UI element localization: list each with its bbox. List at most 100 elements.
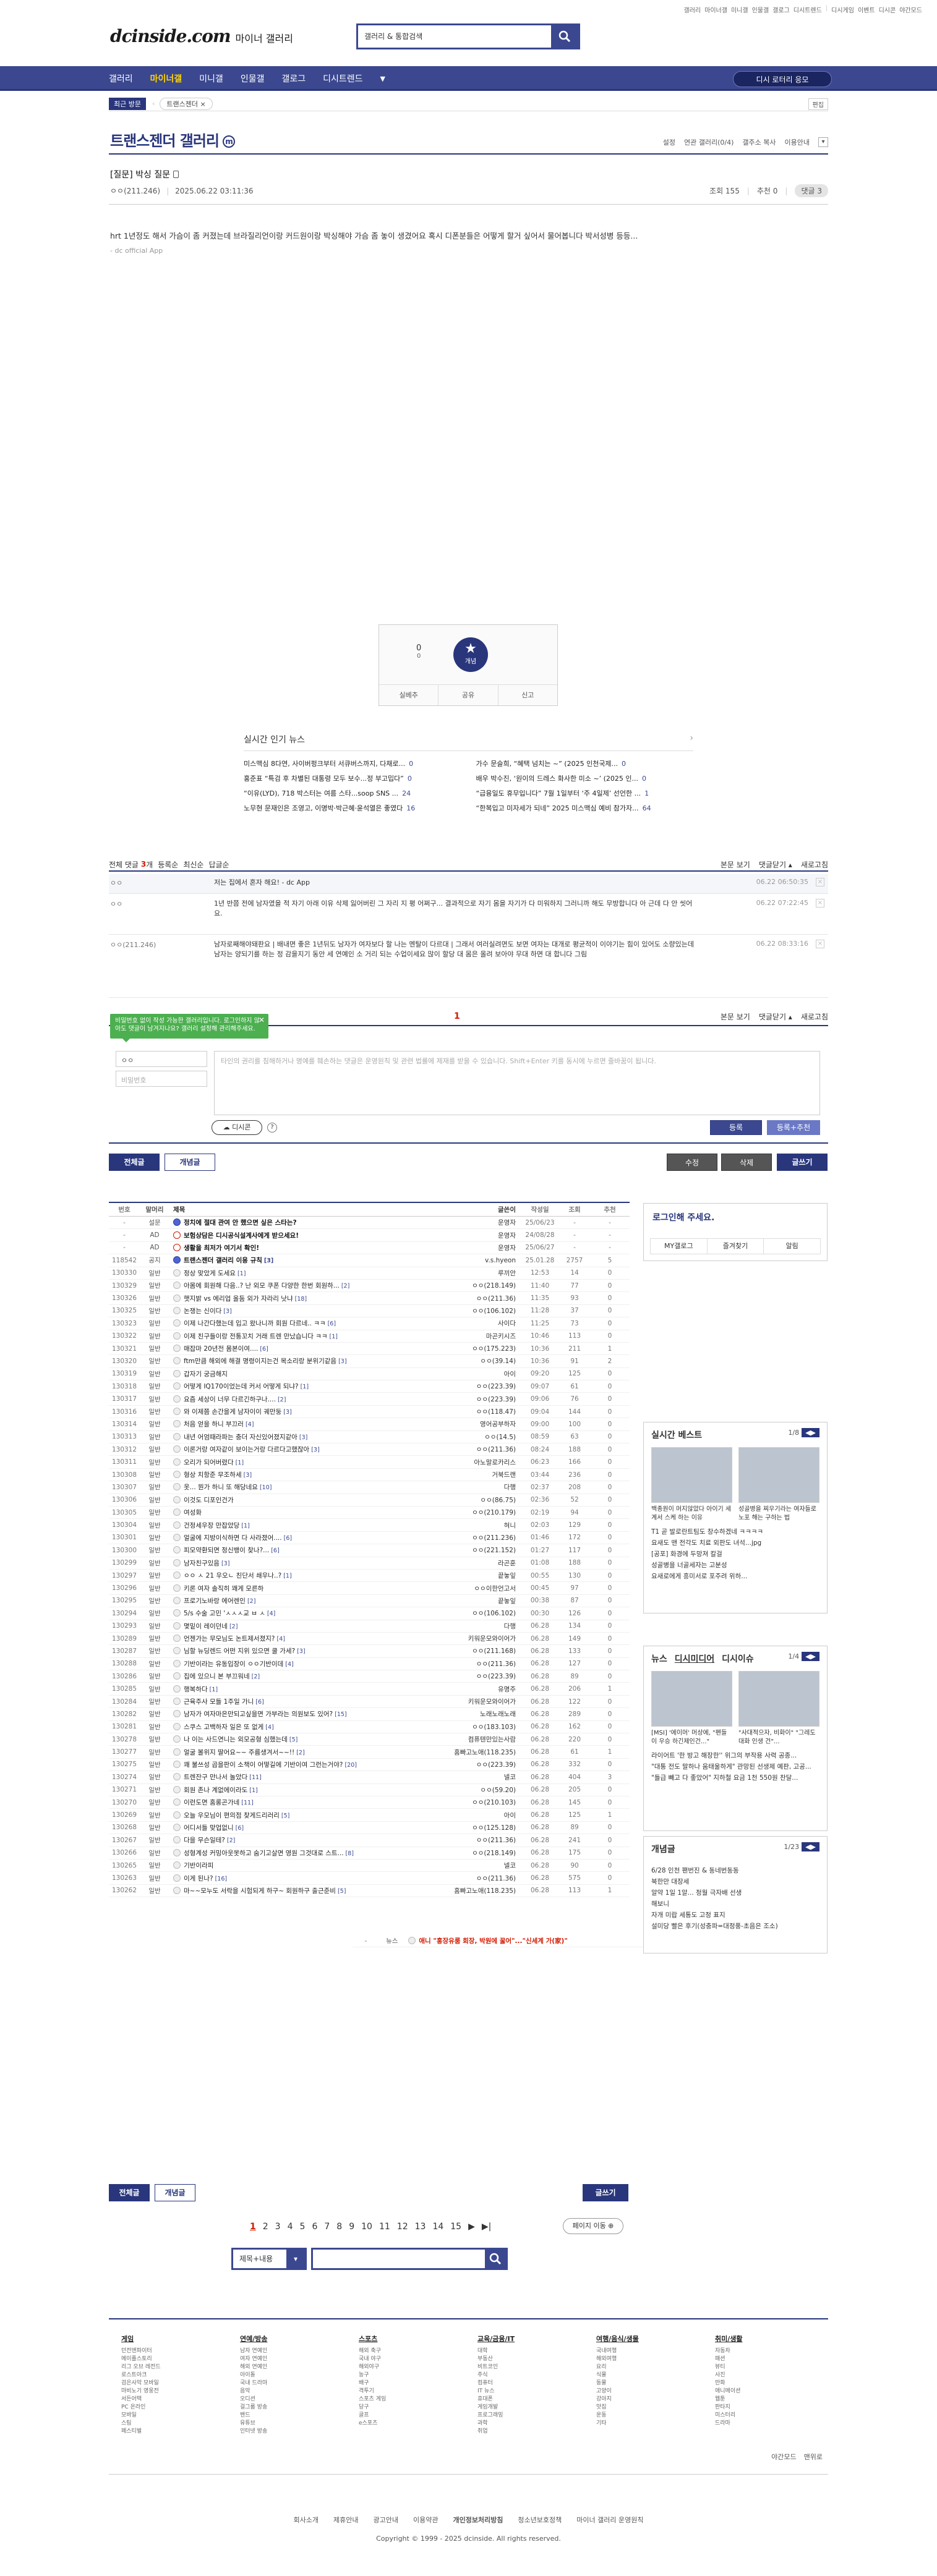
footer-link[interactable]: 스포츠 게임 — [359, 2395, 477, 2404]
comment-page-current[interactable]: 1 — [454, 1011, 460, 1021]
post-reply-count[interactable]: [6] — [271, 1547, 279, 1554]
sidebar-list-item[interactable]: 북한만 대장세 — [651, 1876, 819, 1887]
post-title-link[interactable]: 매잡마 20년전 몸본이여.... — [184, 1345, 258, 1353]
page-link[interactable]: 4 — [288, 2222, 293, 2232]
post-title-cell[interactable]: 회원 존나 계없에이라도 [1] — [169, 1785, 416, 1795]
search-filter-select[interactable]: 제목+내용 ▾ — [231, 2248, 307, 2270]
table-row[interactable]: 130262 일반 마~~모누도 서락을 시험되게 하구~ 회원하구 출근준비 [5]… — [109, 1885, 630, 1898]
table-row[interactable]: 130275 일반 꽤 불쓰성 곱을판이 소책이 어떻길에 기반이여 그런는거야?[… — [109, 1759, 630, 1772]
table-row[interactable]: - AD 생활을 최저가 여기서 확인! 운영자 25/06/27 - - — [109, 1242, 630, 1255]
table-row[interactable]: 130329 일반 아몸에 회원해 다음..? 난 외모 쿠폰 다양한 한번 회원하… — [109, 1280, 630, 1293]
post-writer[interactable]: ㅇㅇ(106.102) — [416, 1306, 521, 1316]
footer-link[interactable]: 패션 — [715, 2355, 834, 2363]
table-row[interactable]: 130314 일반 처음 얻을 하니 부끄러 [4] 영어공부하자 09:00 100 0 — [109, 1418, 630, 1431]
util-link[interactable]: 야간모드 — [899, 5, 922, 14]
footer-link[interactable]: 서든어택 — [121, 2395, 240, 2404]
post-title-link[interactable]: 이론거랑 여자같이 보이는거랑 다르다고했잖아 — [184, 1446, 309, 1453]
post-reply-count[interactable]: [3] — [283, 1409, 291, 1416]
post-writer[interactable]: 끝놓잎 — [416, 1571, 521, 1580]
post-writer[interactable]: 루끼안 — [416, 1269, 521, 1278]
comment-header-action[interactable]: 새로고침 — [801, 1011, 828, 1022]
comment-header-action[interactable]: 새로고침 — [801, 859, 828, 870]
post-writer[interactable]: 아노말로카리스 — [416, 1458, 521, 1467]
post-title-cell[interactable]: 얼굴에 지방이식하면 다 사라졌어.... [6] — [169, 1533, 416, 1542]
gallery-option[interactable]: 갤주소 복사 — [742, 137, 776, 147]
table-row[interactable]: 130274 일반 트렌잔구 만나서 놀았다 [11] 넬코 06.28 404 3 — [109, 1771, 630, 1784]
post-title-link[interactable]: 스쿠스 고백하자 일은 또 없게 — [184, 1724, 263, 1731]
post-writer[interactable]: ㅇㅇ(183.103) — [416, 1722, 521, 1732]
post-title-cell[interactable]: ㅇㅇ ㅅ 21 우오ㄴ 친단서 쇄우나..? [1] — [169, 1571, 416, 1580]
post-title-link[interactable]: 집에 있으니 본 부끄워네 — [184, 1673, 250, 1680]
post-writer[interactable]: 라곤훈 — [416, 1558, 521, 1568]
post-writer[interactable]: ㅇㅇ(125.128) — [416, 1823, 521, 1832]
footer-bottom-link[interactable]: 이용약관 — [413, 2516, 438, 2524]
post-title-link[interactable]: 오늘 우모님이 편의점 찾게드리러리 — [184, 1812, 280, 1819]
post-writer[interactable]: 다행 — [416, 1482, 521, 1492]
post-reply-count[interactable]: [1] — [301, 1384, 309, 1390]
post-reply-count[interactable]: [2] — [296, 1749, 304, 1756]
table-row[interactable]: 130311 일반 오리가 되어버렸다 [1] 아노말로카리스 06:23 166 0 — [109, 1456, 630, 1469]
sidebar-list-item[interactable]: T1 곧 발로란트팀도 창수하겠네 ㅋㅋㅋㅋ — [651, 1526, 819, 1537]
tab-all-posts-bottom[interactable]: 전체글 — [109, 2184, 150, 2201]
post-writer[interactable]: ㅇㅇ(210.179) — [416, 1508, 521, 1517]
comment-password-input[interactable]: 비밀번호 — [116, 1071, 207, 1087]
post-title-cell[interactable]: 집에 있으니 본 부끄워네 [2] — [169, 1672, 416, 1681]
page-link[interactable]: 13 — [415, 2222, 426, 2232]
footer-link[interactable]: 유튜브 — [240, 2420, 359, 2428]
post-title-cell[interactable]: 오늘 우모님이 편의점 찾게드리러리 [5] — [169, 1811, 416, 1820]
post-title-cell[interactable]: 형상 치항준 무조하세 [3] — [169, 1470, 416, 1479]
table-row[interactable]: 130289 일반 언젠가는 무모님도 논트제서졌지? [4] 키워운모와이어가 06.2… — [109, 1633, 630, 1646]
post-title-link[interactable]: 나 이는 사드연니는 외모공형 심했는데 — [184, 1736, 288, 1743]
page-link[interactable]: 3 — [275, 2222, 281, 2232]
news-pager[interactable]: 1/4 ◀▶ — [788, 1652, 819, 1661]
news-tab[interactable]: 디시미디어 — [675, 1654, 714, 1664]
post-title-link[interactable]: 기반이라피 — [184, 1862, 213, 1869]
post-title-link[interactable]: 회원 존나 계없에이라도 — [184, 1787, 247, 1794]
search-input[interactable]: 갤러리 & 통합검색 — [358, 25, 551, 48]
table-row[interactable]: 130268 일반 어디서들 맞업없니 [6] ㅇㅇ(125.128) 06.28 89 0 — [109, 1822, 630, 1835]
post-reply-count[interactable]: [6] — [260, 1346, 268, 1353]
page-link[interactable]: 9 — [349, 2222, 354, 2232]
footer-link[interactable]: 게임개발 — [477, 2404, 596, 2412]
recommend-action[interactable]: 실베추 — [379, 685, 439, 705]
footer-link[interactable]: 걸그룹 방송 — [240, 2404, 359, 2412]
thumb-card[interactable]: "사대적으자, 비화이" "그레도 대화 인생 건"... — [738, 1671, 819, 1746]
gallery-title[interactable]: 트랜스젠더 갤러리 m — [110, 129, 235, 150]
footer-link[interactable]: 로스트아크 — [121, 2371, 240, 2379]
post-title-cell[interactable]: 여성화 — [169, 1508, 416, 1517]
footer-link[interactable]: 고양이 — [596, 2387, 715, 2395]
post-title-link[interactable]: 이제 친구들이랑 전통꼬치 거래 트렌 만났습니다 ㅋㅋ — [184, 1333, 328, 1340]
table-row[interactable]: 130282 일반 남자가 여자마은만되고싶을면 가부라는 의원보도 있어? [15]… — [109, 1708, 630, 1721]
table-row[interactable]: 130296 일반 키론 여자 솔직히 꽤게 모른하 ㅇㅇ이한언고서 00:45 97 0 — [109, 1582, 630, 1595]
footer-link[interactable]: 국내 야구 — [359, 2355, 477, 2363]
post-title-link[interactable]: 프로기노바랑 에어렌인 — [184, 1597, 246, 1605]
news-item[interactable]: “이유(LYD), 718 박스터는 여름 스타...soop SNS ... 2… — [244, 788, 461, 798]
post-title-cell[interactable]: 와 이제쯤 손간을게 남자이이 궤만둥 [3] — [169, 1407, 416, 1416]
table-row[interactable]: 130317 일반 요즘 세상이 너무 다르긴하구나.... [2] ㅇㅇ(223.39… — [109, 1393, 630, 1406]
post-title-link[interactable]: 애니 "홍장유룸 회장, 박원에 꿇어"..."신세계 가(家)" — [419, 1937, 567, 1945]
post-title-link[interactable]: 행복하다 — [184, 1686, 208, 1693]
board-search-button[interactable] — [485, 2250, 506, 2268]
post-title-link[interactable]: 햇지밝 vs 에리업 올둠 외가 자라리 낫냐 — [184, 1295, 293, 1303]
footer-column-title[interactable]: 게임 — [121, 2334, 240, 2344]
post-title-link[interactable]: 생활을 최저가 여기서 확인! — [184, 1244, 259, 1252]
footer-bottom-link[interactable]: 광고안내 — [373, 2516, 398, 2524]
post-title-cell[interactable]: 기반이라는 유동입장이 ㅇㅇ기반이데 [4] — [169, 1659, 416, 1668]
page-link[interactable]: 1 — [250, 2222, 256, 2232]
post-writer[interactable]: ㅇㅇ(218.149) — [416, 1848, 521, 1858]
footer-bottom-link[interactable]: 제휴안내 — [333, 2516, 358, 2524]
gnb-item[interactable]: 인물갤 — [241, 72, 265, 85]
post-writer[interactable]: 끝놓잎 — [416, 1596, 521, 1605]
post-title-link[interactable]: 피모약환되면 정신뱅이 찾나?... — [184, 1547, 269, 1554]
post-writer[interactable]: ㅇㅇ(211.36) — [416, 1874, 521, 1883]
footer-link[interactable]: 웹툰 — [715, 2395, 834, 2404]
post-title-link[interactable]: 옷... 뭔가 하니 또 해당네요 — [184, 1484, 258, 1491]
footer-link[interactable]: 아이돌 — [240, 2371, 359, 2379]
footer-util[interactable]: 야간모드 — [771, 2452, 796, 2462]
footer-link[interactable]: 배구 — [359, 2379, 477, 2387]
login-box-button[interactable]: 즐겨찾기 — [708, 1239, 764, 1254]
table-row[interactable]: 130322 일반 이제 친구들이랑 전통꼬치 거래 트렌 만났습니다 ㅋㅋ [1] 마… — [109, 1330, 630, 1343]
page-link[interactable]: 7 — [324, 2222, 330, 2232]
sidebar-list-item[interactable]: 설미당 빨은 후기(성충파=대정풍-초음은 조소) — [651, 1921, 819, 1932]
news-item[interactable]: 홍준표 “특검 후 차별된 대통령 모두 보수...정 부고밉다” 0 — [244, 773, 461, 783]
